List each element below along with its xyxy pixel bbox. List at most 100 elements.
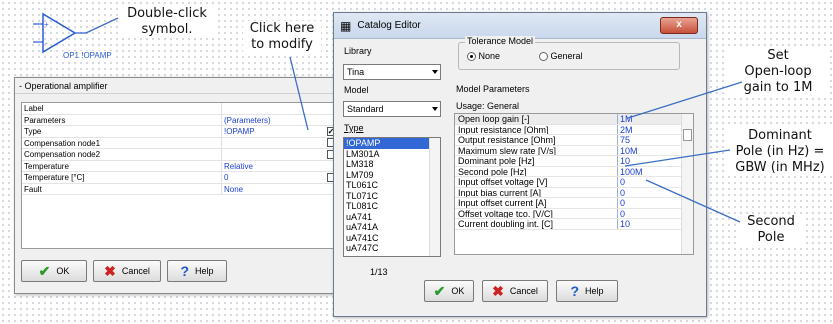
property-row[interactable]: Fault None — [22, 183, 344, 195]
property-row[interactable]: Temperature [°C] 0 — [22, 172, 344, 184]
help-button[interactable]: ? Help — [167, 260, 227, 282]
parameter-value[interactable]: 10 — [618, 156, 682, 166]
property-value[interactable]: 0 — [222, 172, 318, 183]
parameter-value[interactable]: 0 — [618, 177, 682, 187]
parameter-name: Open loop gain [-] — [455, 114, 618, 124]
type-list-item[interactable]: LM318 — [344, 159, 440, 170]
property-value[interactable]: (Parameters) — [222, 115, 318, 126]
type-list-item[interactable]: TL061C — [344, 180, 440, 191]
type-list-item[interactable]: uA741C — [344, 233, 440, 244]
tolerance-none-radio[interactable]: None — [467, 51, 500, 62]
parameter-row[interactable]: Dominant pole [Hz] 10 — [455, 156, 693, 167]
type-list-item[interactable]: !OPAMP — [344, 138, 440, 149]
parameter-value[interactable]: 0 — [618, 209, 682, 219]
parameter-name: Input resistance [Ohm] — [455, 124, 618, 134]
tolerance-title: Tolerance Model — [465, 36, 536, 46]
parameter-value[interactable]: 0 — [618, 188, 682, 198]
type-list[interactable]: !OPAMP LM301A LM318 LM709 TL061C TL071C TL081C… — [343, 137, 441, 257]
parameter-name: Input bias current [A] — [455, 187, 618, 197]
model-parameter-grid[interactable]: Open loop gain [-] 1M Input resistance [Oh… — [454, 113, 694, 255]
property-name: Fault — [22, 183, 222, 194]
type-list-item[interactable]: LM301A — [344, 149, 440, 160]
property-value[interactable]: None — [222, 184, 318, 195]
parameter-value[interactable]: 75 — [618, 135, 682, 145]
catalog-title: Catalog Editor — [357, 20, 421, 31]
usage-label: Usage: General — [456, 101, 520, 111]
close-button[interactable]: x — [660, 17, 698, 34]
property-value[interactable]: !OPAMP — [222, 126, 318, 137]
cancel-button[interactable]: ✖ Cancel — [93, 260, 161, 282]
library-label: Library — [344, 46, 372, 56]
type-list-scrollbar[interactable] — [429, 138, 440, 256]
property-name: Label — [22, 103, 222, 114]
catalog-help-button[interactable]: ? Help — [556, 280, 618, 302]
model-parameters-label: Model Parameters — [456, 84, 530, 94]
parameter-name: Offset voltage tco. [V/C] — [455, 208, 618, 218]
parameter-value[interactable]: 0 — [618, 198, 682, 208]
parameter-name: Input offset voltage [V] — [455, 177, 618, 187]
property-row[interactable]: Compensation node1 — [22, 137, 344, 149]
property-value[interactable] — [222, 138, 318, 149]
property-value[interactable]: Relative — [222, 161, 318, 172]
type-label: Type — [344, 123, 364, 133]
catalog-app-icon: ▦ — [340, 18, 352, 33]
parameter-name: Dominant pole [Hz] — [455, 156, 618, 166]
parameter-row[interactable]: Input resistance [Ohm] 2M — [455, 124, 693, 135]
parameter-row[interactable]: Offset voltage tco. [V/C] 0 — [455, 208, 693, 219]
parameter-value[interactable]: 10 — [618, 219, 682, 229]
parameter-row[interactable]: Output resistance [Ohm] 75 — [455, 135, 693, 146]
model-select[interactable]: Standard — [343, 101, 441, 117]
dropdown-arrow-icon — [432, 70, 438, 74]
parameter-value[interactable]: 10M — [618, 146, 682, 156]
property-name: Compensation node2 — [22, 149, 222, 160]
annotation-second-pole: Second Pole — [736, 214, 806, 246]
model-label: Model — [344, 85, 369, 95]
property-name: Temperature [°C] — [22, 172, 222, 183]
annotation-click-here: Click here to modify — [243, 21, 321, 53]
annotation-dominant-pole: Dominant Pole (in Hz) = GBW (in MHz) — [728, 128, 832, 176]
type-list-item[interactable]: uA741 — [344, 212, 440, 223]
dropdown-arrow-icon — [432, 107, 438, 111]
grid-scrollbar[interactable] — [681, 114, 693, 254]
tolerance-general-radio[interactable]: General — [539, 51, 583, 62]
property-row[interactable]: Temperature Relative — [22, 160, 344, 172]
parameter-value[interactable]: 2M — [618, 125, 682, 135]
property-value[interactable] — [222, 103, 318, 114]
catalog-cancel-button[interactable]: ✖ Cancel — [482, 280, 548, 302]
question-icon: ? — [180, 263, 190, 279]
property-table: Label Parameters (Parameters) Type !OPAMP ✓ Co… — [21, 102, 345, 249]
type-list-item[interactable]: uA741A — [344, 222, 440, 233]
property-row[interactable]: Label — [22, 103, 344, 115]
parameter-row[interactable]: Maximum slew rate [V/s] 10M — [455, 145, 693, 156]
parameter-value[interactable]: 1M — [618, 114, 682, 124]
property-name: Temperature — [22, 160, 222, 171]
property-name: Type — [22, 126, 222, 137]
parameter-name: Input offset current [A] — [455, 198, 618, 208]
parameter-row[interactable]: Open loop gain [-] 1M — [455, 114, 693, 125]
property-value[interactable] — [222, 149, 318, 160]
ok-button[interactable]: ✔ OK — [21, 260, 87, 282]
catalog-editor-window: ▦ Catalog Editor x Library Tina Model St… — [333, 12, 707, 317]
opamp-dialog-title: - Operational amplifier — [15, 78, 353, 94]
type-list-item[interactable]: TL081C — [344, 201, 440, 212]
plus-sign: + — [44, 20, 49, 29]
parameter-row[interactable]: Input offset current [A] 0 — [455, 198, 693, 209]
tolerance-group: Tolerance Model None General — [458, 36, 680, 70]
parameter-value[interactable]: 100M — [618, 167, 682, 177]
property-row[interactable]: Compensation node2 — [22, 149, 344, 161]
library-select[interactable]: Tina — [343, 64, 441, 80]
type-list-item[interactable]: TL071C — [344, 191, 440, 202]
property-row[interactable]: Type !OPAMP ✓ — [22, 126, 344, 138]
parameter-row[interactable]: Second pole [Hz] 100M — [455, 166, 693, 177]
parameter-name: Current doubling int. [C] — [455, 219, 618, 229]
property-row[interactable]: Parameters (Parameters) — [22, 114, 344, 126]
property-name: Parameters — [22, 114, 222, 125]
catalog-ok-button[interactable]: ✔ OK — [424, 280, 474, 302]
parameter-name: Maximum slew rate [V/s] — [455, 145, 618, 155]
parameter-row[interactable]: Input offset voltage [V] 0 — [455, 177, 693, 188]
parameter-row[interactable]: Input bias current [A] 0 — [455, 187, 693, 198]
parameter-row[interactable]: Current doubling int. [C] 10 — [455, 219, 693, 230]
type-list-item[interactable]: LM709 — [344, 170, 440, 181]
scroll-thumb[interactable] — [683, 129, 692, 141]
type-list-item[interactable]: uA747C — [344, 243, 440, 254]
